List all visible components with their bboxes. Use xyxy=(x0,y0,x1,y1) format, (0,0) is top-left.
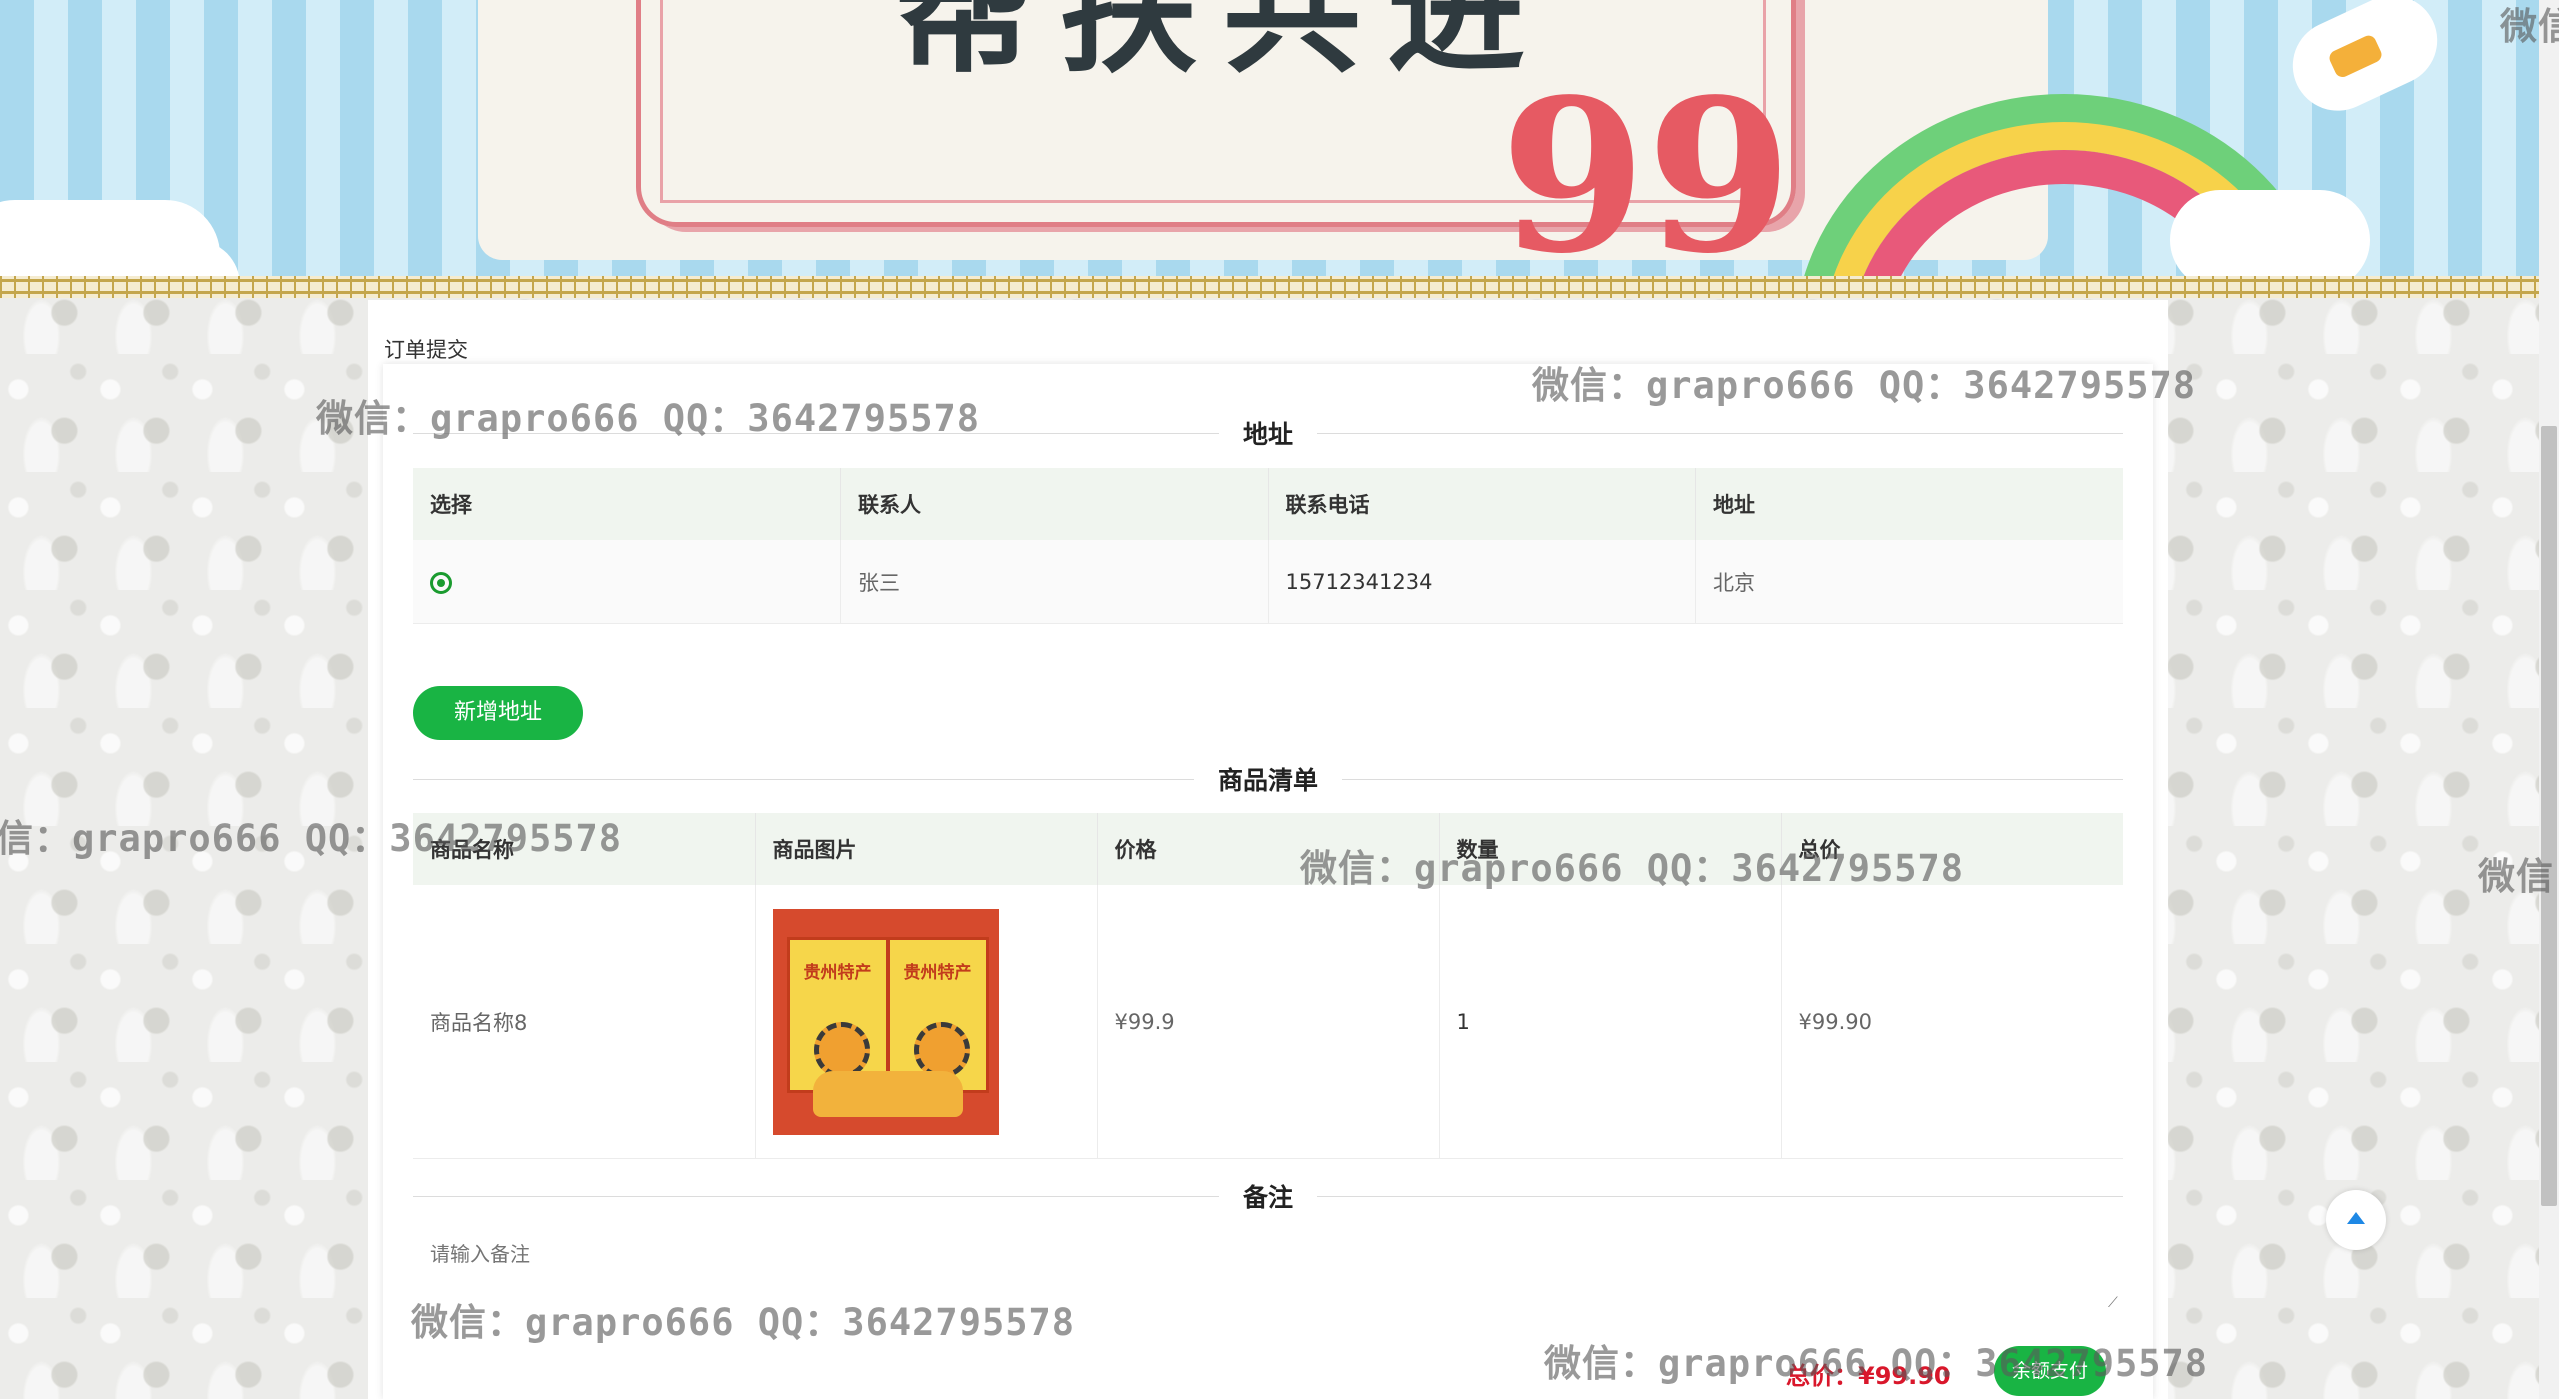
table-header-row: 选择 联系人 联系电话 地址 xyxy=(413,468,2123,540)
address-radio-selected[interactable] xyxy=(430,571,452,594)
watermark: 微信：grapro666 QQ：3642795578 xyxy=(1300,847,1965,890)
decorative-border xyxy=(0,276,2540,298)
column-header: 商品图片 xyxy=(755,813,1098,885)
watermark: 微信 xyxy=(2478,855,2554,898)
remark-section-title: 备注 xyxy=(1218,1178,1318,1214)
watermark: 信：grapro666 QQ：3642795578 xyxy=(0,817,623,860)
scrollbar-thumb[interactable] xyxy=(2541,426,2557,1206)
goods-section-title: 商品清单 xyxy=(1193,761,1343,797)
scroll-to-top-button[interactable] xyxy=(2326,1190,2386,1250)
watermark: 微信：grapro666 QQ：3642795578 xyxy=(411,1301,1076,1344)
table-row: 商品名称8 贵州特产 贵州特产 ¥99.9 1 ¥99.90 xyxy=(413,885,2123,1159)
table-row[interactable]: 张三 15712341234 北京 xyxy=(413,540,2123,624)
cloud-decoration xyxy=(2170,190,2370,286)
rocket-decoration xyxy=(2278,0,2452,126)
address-cell: 北京 xyxy=(1695,540,2123,624)
resize-handle-icon[interactable]: ⟋ xyxy=(2108,1296,2118,1310)
wheel-decoration xyxy=(813,1021,870,1078)
add-address-button[interactable]: 新增地址 xyxy=(413,686,583,740)
watermark: 微信 xyxy=(2500,5,2559,48)
column-header: 联系人 xyxy=(840,468,1269,540)
price-cell: ¥99.9 xyxy=(1097,885,1440,1159)
product-image-cell: 贵州特产 贵州特产 xyxy=(755,885,1098,1159)
remark-section-header: 备注 xyxy=(413,1176,2123,1216)
watermark: 微信：grapro666 QQ：3642795578 xyxy=(1544,1342,2209,1385)
product-name-cell: 商品名称8 xyxy=(413,885,756,1159)
column-header: 地址 xyxy=(1695,468,2123,540)
watermark: 微信：grapro666 QQ：3642795578 xyxy=(1532,364,2197,407)
product-image-text: 贵州特产 xyxy=(803,962,872,983)
subtotal-cell: ¥99.90 xyxy=(1781,885,2123,1159)
goods-section-header: 商品清单 xyxy=(413,759,2123,799)
product-image-text: 贵州特产 xyxy=(903,962,972,983)
banner-title: 帮扶共进 xyxy=(895,0,1552,92)
address-section-title: 地址 xyxy=(1218,415,1318,451)
product-image: 贵州特产 贵州特产 xyxy=(772,908,999,1135)
scrollbar[interactable] xyxy=(2539,0,2559,1399)
wheel-decoration xyxy=(913,1021,970,1078)
candy-pile xyxy=(812,1070,963,1117)
select-cell xyxy=(413,540,841,624)
column-header: 联系电话 xyxy=(1268,468,1696,540)
quote-mark-icon: 99 xyxy=(1500,53,1793,286)
phone-cell: 15712341234 xyxy=(1268,540,1696,624)
page-title: 订单提交 xyxy=(384,338,468,362)
contact-cell: 张三 xyxy=(840,540,1269,624)
quantity-cell: 1 xyxy=(1439,885,1782,1159)
gift-box: 贵州特产 xyxy=(886,936,989,1093)
watermark: 微信：grapro666 QQ：3642795578 xyxy=(316,397,981,440)
gift-box: 贵州特产 xyxy=(786,936,889,1093)
banner: 帮扶共进 99 xyxy=(0,0,2559,286)
column-header: 选择 xyxy=(413,468,841,540)
address-table: 选择 联系人 联系电话 地址 张三 15712341234 北京 xyxy=(413,468,2123,624)
